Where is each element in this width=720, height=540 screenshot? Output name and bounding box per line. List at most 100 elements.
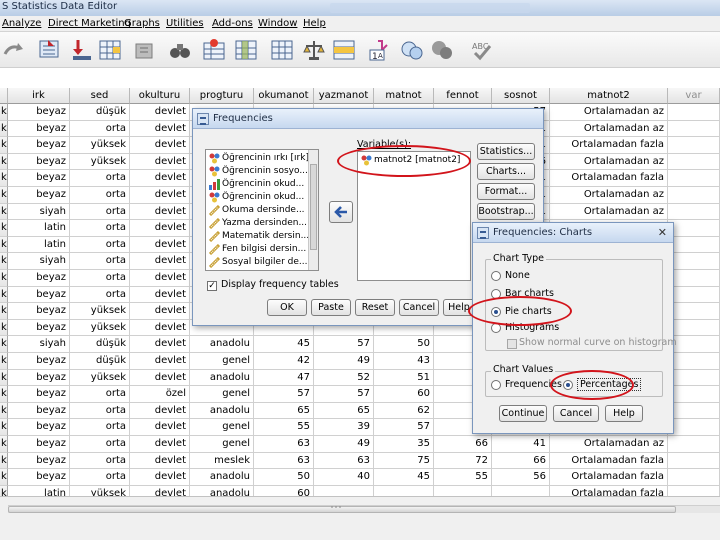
grid-cell[interactable] bbox=[668, 153, 720, 171]
grid-cell[interactable]: yüksek bbox=[70, 319, 130, 337]
weight-cases-icon[interactable] bbox=[302, 38, 326, 62]
row-header[interactable]: k bbox=[0, 220, 8, 237]
grid-cell[interactable]: orta bbox=[70, 469, 130, 486]
grid-cell[interactable]: genel bbox=[190, 419, 254, 436]
grid-cell[interactable]: orta bbox=[70, 220, 130, 237]
grid-cell[interactable]: beyaz bbox=[8, 353, 70, 370]
grid-cell[interactable]: genel bbox=[190, 436, 254, 453]
grid-cell[interactable] bbox=[668, 120, 720, 138]
grid-cell[interactable]: düşük bbox=[70, 336, 130, 353]
source-list-scrollbar[interactable] bbox=[308, 150, 318, 270]
grid-cell[interactable] bbox=[668, 203, 720, 221]
grid-cell[interactable] bbox=[668, 419, 720, 436]
grid-cell[interactable]: devlet bbox=[130, 286, 190, 304]
column-header-progturu[interactable]: progturu bbox=[190, 88, 254, 104]
cancel-button[interactable]: Cancel bbox=[399, 299, 439, 316]
grid-cell[interactable]: anadolu bbox=[190, 336, 254, 353]
grid-cell[interactable] bbox=[668, 286, 720, 304]
variables-icon[interactable] bbox=[98, 38, 122, 62]
grid-cell[interactable]: siyah bbox=[8, 203, 70, 221]
insert-cases-icon[interactable] bbox=[202, 38, 226, 62]
menu-add-ons[interactable]: Add-ons bbox=[212, 18, 253, 29]
grid-cell[interactable] bbox=[668, 452, 720, 470]
grid-cell[interactable]: beyaz bbox=[8, 402, 70, 420]
grid-cell[interactable] bbox=[668, 353, 720, 370]
grid-cell[interactable]: 51 bbox=[374, 369, 434, 387]
column-header-yazmanot[interactable]: yazmanot bbox=[314, 88, 374, 104]
grid-cell[interactable]: devlet bbox=[130, 369, 190, 387]
insert-variable-icon[interactable] bbox=[234, 38, 258, 62]
grid-cell[interactable]: beyaz bbox=[8, 469, 70, 486]
show-all-variables-icon[interactable] bbox=[430, 38, 454, 62]
grid-cell[interactable]: Ortalamadan fazla bbox=[550, 137, 668, 154]
grid-cell[interactable]: beyaz bbox=[8, 436, 70, 453]
grid-cell[interactable] bbox=[668, 402, 720, 420]
use-variable-sets-icon[interactable] bbox=[400, 38, 424, 62]
grid-cell[interactable] bbox=[668, 469, 720, 486]
source-variable-item[interactable]: Yazma dersinden... bbox=[208, 217, 308, 230]
grid-cell[interactable]: yüksek bbox=[70, 303, 130, 320]
grid-cell[interactable]: 65 bbox=[254, 402, 314, 420]
grid-cell[interactable]: 45 bbox=[254, 336, 314, 353]
row-header[interactable]: k bbox=[0, 469, 8, 486]
grid-cell[interactable]: genel bbox=[190, 386, 254, 403]
grid-cell[interactable]: anadolu bbox=[190, 402, 254, 420]
grid-cell[interactable] bbox=[668, 187, 720, 204]
grid-cell[interactable]: Ortalamadan az bbox=[550, 104, 668, 121]
grid-cell[interactable]: 42 bbox=[254, 353, 314, 370]
histograms-radio[interactable] bbox=[491, 323, 501, 333]
grid-cell[interactable]: devlet bbox=[130, 236, 190, 254]
grid-cell[interactable]: siyah bbox=[8, 253, 70, 270]
source-list-scroll-thumb[interactable] bbox=[310, 164, 317, 250]
grid-cell[interactable]: genel bbox=[190, 353, 254, 370]
grid-cell[interactable]: Ortalamadan az bbox=[550, 203, 668, 221]
value-labels-icon[interactable]: 1A bbox=[368, 38, 392, 62]
row-header[interactable]: k bbox=[0, 203, 8, 221]
normal-curve-checkbox[interactable] bbox=[507, 339, 517, 349]
grid-cell[interactable]: 57 bbox=[314, 336, 374, 353]
menu-analyze[interactable]: Analyze bbox=[2, 18, 41, 29]
row-header[interactable]: k bbox=[0, 286, 8, 304]
horizontal-scrollbar[interactable] bbox=[8, 505, 720, 513]
grid-cell[interactable]: devlet bbox=[130, 187, 190, 204]
grid-cell[interactable] bbox=[668, 104, 720, 121]
grid-cell[interactable]: orta bbox=[70, 419, 130, 436]
grid-cell[interactable]: siyah bbox=[8, 336, 70, 353]
bar-charts-radio[interactable] bbox=[491, 289, 501, 299]
grid-cell[interactable]: düşük bbox=[70, 353, 130, 370]
row-header[interactable]: k bbox=[0, 436, 8, 453]
grid-cell[interactable] bbox=[668, 369, 720, 387]
format-button[interactable]: Format... bbox=[477, 183, 535, 200]
grid-cell[interactable]: devlet bbox=[130, 319, 190, 337]
ok-button[interactable]: OK bbox=[267, 299, 307, 316]
grid-cell[interactable]: meslek bbox=[190, 452, 254, 470]
grid-cell[interactable]: Ortalamadan fazla bbox=[550, 469, 668, 486]
row-header[interactable]: k bbox=[0, 120, 8, 138]
column-header-fennot[interactable]: fennot bbox=[434, 88, 492, 104]
grid-cell[interactable]: anadolu bbox=[190, 469, 254, 486]
grid-cell[interactable]: 60 bbox=[374, 386, 434, 403]
grid-cell[interactable]: 57 bbox=[374, 419, 434, 436]
column-header-okulturu[interactable]: okulturu bbox=[130, 88, 190, 104]
source-variable-item[interactable]: Öğrencinin okud... bbox=[208, 191, 308, 204]
grid-cell[interactable]: beyaz bbox=[8, 270, 70, 287]
row-header[interactable]: k bbox=[0, 253, 8, 270]
close-icon[interactable]: ✕ bbox=[658, 226, 667, 239]
grid-cell[interactable]: orta bbox=[70, 187, 130, 204]
column-header-var[interactable]: var bbox=[668, 88, 720, 104]
grid-cell[interactable]: devlet bbox=[130, 402, 190, 420]
grid-cell[interactable]: Ortalamadan az bbox=[550, 436, 668, 453]
grid-cell[interactable]: yüksek bbox=[70, 153, 130, 171]
row-header[interactable]: k bbox=[0, 170, 8, 187]
grid-cell[interactable]: orta bbox=[70, 402, 130, 420]
row-header[interactable]: k bbox=[0, 369, 8, 387]
grid-cell[interactable]: beyaz bbox=[8, 153, 70, 171]
grid-cell[interactable] bbox=[668, 253, 720, 270]
grid-cell[interactable] bbox=[668, 220, 720, 237]
column-header-irk[interactable]: irk bbox=[8, 88, 70, 104]
column-header-okumanot[interactable]: okumanot bbox=[254, 88, 314, 104]
grid-cell[interactable]: devlet bbox=[130, 452, 190, 470]
grid-cell[interactable]: 50 bbox=[374, 336, 434, 353]
grid-cell[interactable]: devlet bbox=[130, 104, 190, 121]
grid-cell[interactable]: 57 bbox=[314, 386, 374, 403]
